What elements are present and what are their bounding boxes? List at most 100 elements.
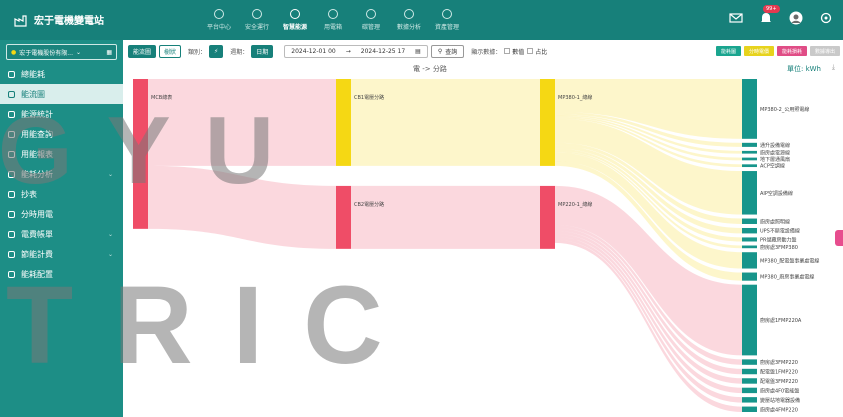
search-icon: ⚲	[437, 47, 443, 55]
sidebar-item-4[interactable]: 用能報表	[0, 144, 123, 164]
sankey-node-label: 廚房處1FMP220A	[760, 317, 802, 324]
location-icon: ●	[11, 48, 17, 56]
topnav-item-5[interactable]: 數據分析	[390, 4, 428, 36]
sidebar-item-3[interactable]: 用能查詢	[0, 124, 123, 144]
topnav-item-2[interactable]: 智慧能源	[276, 4, 314, 36]
topnav-item-0[interactable]: 平台中心	[200, 4, 238, 36]
sankey-node-1[interactable]	[336, 79, 351, 166]
lightning-icon[interactable]: ⚡	[209, 44, 224, 58]
sankey-node-23[interactable]	[742, 406, 757, 412]
ratio-checkbox[interactable]: 占比	[527, 47, 547, 56]
settings-icon[interactable]	[819, 10, 833, 24]
sankey-node-20[interactable]	[742, 378, 757, 384]
side-drawer-tab[interactable]	[835, 230, 843, 246]
sankey-node-10[interactable]	[742, 171, 757, 215]
sidebar-item-5[interactable]: 能耗分析 ⌄	[0, 164, 123, 184]
bell-icon[interactable]: 99+	[759, 5, 780, 24]
sidebar-item-label: 能耗分析	[21, 169, 53, 179]
sankey-node-18[interactable]	[742, 359, 757, 365]
sankey-node-label: AIP空調設備線	[760, 190, 793, 197]
action-buttons: 能耗圖 分時電價 能耗損耗 數據導出	[715, 46, 840, 56]
chevron-down-icon: ⌄	[107, 170, 113, 178]
save-icon	[8, 250, 15, 258]
nav-icon	[366, 9, 376, 19]
nav-icon	[290, 9, 300, 19]
tree-view-button[interactable]: 樹狀	[159, 44, 182, 58]
period-select[interactable]: 日期	[251, 44, 274, 58]
sankey-node-11[interactable]	[742, 218, 757, 224]
nav-icon	[404, 9, 414, 19]
sidebar-item-label: 節能計費	[21, 249, 53, 259]
sankey-node-21[interactable]	[742, 387, 757, 394]
sankey-node-9[interactable]	[742, 164, 757, 168]
sankey-view-button[interactable]: 能流圖	[128, 44, 157, 58]
nav-icon	[442, 9, 452, 19]
sankey-node-label: 廚房處3FMP220	[760, 359, 798, 366]
nav-label: 資產管理	[434, 24, 459, 31]
sankey-node-2[interactable]	[336, 185, 351, 249]
sankey-link-1[interactable]	[148, 165, 336, 249]
sankey-node-0[interactable]	[133, 79, 148, 229]
sankey-node-13[interactable]	[742, 237, 757, 242]
top-nav: 平台中心 安全運行 智慧能源 用電箱 碳管理 數據分析 資產管理	[200, 4, 466, 36]
sankey-node-6[interactable]	[742, 142, 757, 147]
topnav-item-6[interactable]: 資產管理	[428, 4, 466, 36]
sankey-node-5[interactable]	[742, 79, 757, 139]
date-range-picker[interactable]: 2024-12-01 00 → 2024-12-25 17 ▤	[284, 44, 428, 58]
sankey-node-label: MP380_廚房事業處電線	[760, 274, 814, 281]
nav-label: 平台中心	[206, 24, 231, 31]
sidebar-item-label: 抄表	[21, 189, 37, 199]
grid-icon[interactable]: ▦	[106, 49, 112, 56]
sankey-node-14[interactable]	[742, 245, 757, 249]
topnav-item-3[interactable]: 用電箱	[314, 4, 352, 36]
sidebar-item-9[interactable]: 節能計費 ⌄	[0, 244, 123, 264]
chevron-down-icon: ⌄	[107, 250, 113, 258]
sankey-node-17[interactable]	[742, 284, 757, 356]
sankey-node-8[interactable]	[742, 157, 757, 161]
download-icon[interactable]: ⤓	[832, 63, 835, 72]
query-label: 查詢	[445, 48, 458, 56]
sankey-link-3[interactable]	[351, 185, 540, 249]
action-button-2[interactable]: 能耗損耗	[776, 46, 807, 56]
app-logo[interactable]: 宏于電機變電站	[14, 12, 104, 27]
sidebar-item-label: 總能耗	[21, 69, 45, 79]
sidebar-item-10[interactable]: 能耗配置	[0, 264, 123, 284]
sankey-link-0[interactable]	[148, 79, 336, 166]
topnav-item-1[interactable]: 安全運行	[238, 4, 276, 36]
sankey-node-19[interactable]	[742, 368, 757, 375]
sankey-node-label: 廚房處電源線	[760, 149, 790, 156]
sidebar-item-6[interactable]: 抄表	[0, 184, 123, 204]
action-button-0[interactable]: 能耗圖	[715, 46, 741, 56]
sankey-node-label: ACP空調線	[760, 163, 785, 170]
value-checkbox[interactable]: 數值	[504, 47, 524, 56]
sankey-node-4[interactable]	[540, 185, 555, 249]
site-selector[interactable]: ● 宏于電機股份有限... ⌄ ▦	[6, 44, 117, 60]
action-button-1[interactable]: 分時電價	[743, 46, 774, 56]
toolbar: 能流圖 樹狀 類別： ⚡ 週期： 日期 2024-12-01 00 → 2024…	[128, 42, 840, 60]
sankey-node-label: 配電盤3FMP220	[760, 378, 798, 385]
sidebar-item-7[interactable]: 分時用電	[0, 204, 123, 224]
sidebar-item-0[interactable]: 總能耗	[0, 64, 123, 84]
sankey-link-2[interactable]	[351, 79, 540, 166]
sidebar-item-label: 能流圖	[21, 89, 45, 99]
sidebar-item-2[interactable]: 能源統計	[0, 104, 123, 124]
sankey-node-22[interactable]	[742, 397, 757, 403]
sankey-node-label: 地下層通風扇	[760, 156, 790, 163]
sidebar-item-label: 能耗配置	[21, 269, 53, 279]
sankey-node-12[interactable]	[742, 227, 757, 234]
sankey-node-7[interactable]	[742, 150, 757, 154]
sankey-node-15[interactable]	[742, 252, 757, 269]
action-button-3[interactable]: 數據導出	[809, 46, 840, 56]
topnav-item-4[interactable]: 碳管理	[352, 4, 390, 36]
main-panel: 能流圖 樹狀 類別： ⚡ 週期： 日期 2024-12-01 00 → 2024…	[123, 40, 843, 417]
sidebar-item-1[interactable]: 能流圖	[0, 84, 123, 104]
nav-label: 用電箱	[323, 24, 342, 31]
mail-icon[interactable]	[729, 10, 743, 24]
nav-label: 智慧能源	[282, 24, 307, 31]
bill-icon	[8, 230, 15, 238]
sidebar-item-8[interactable]: 電費帳單 ⌄	[0, 224, 123, 244]
avatar[interactable]	[789, 10, 803, 25]
query-button[interactable]: ⚲ 查詢	[430, 44, 465, 58]
sankey-node-16[interactable]	[742, 272, 757, 281]
sankey-node-3[interactable]	[540, 79, 555, 166]
